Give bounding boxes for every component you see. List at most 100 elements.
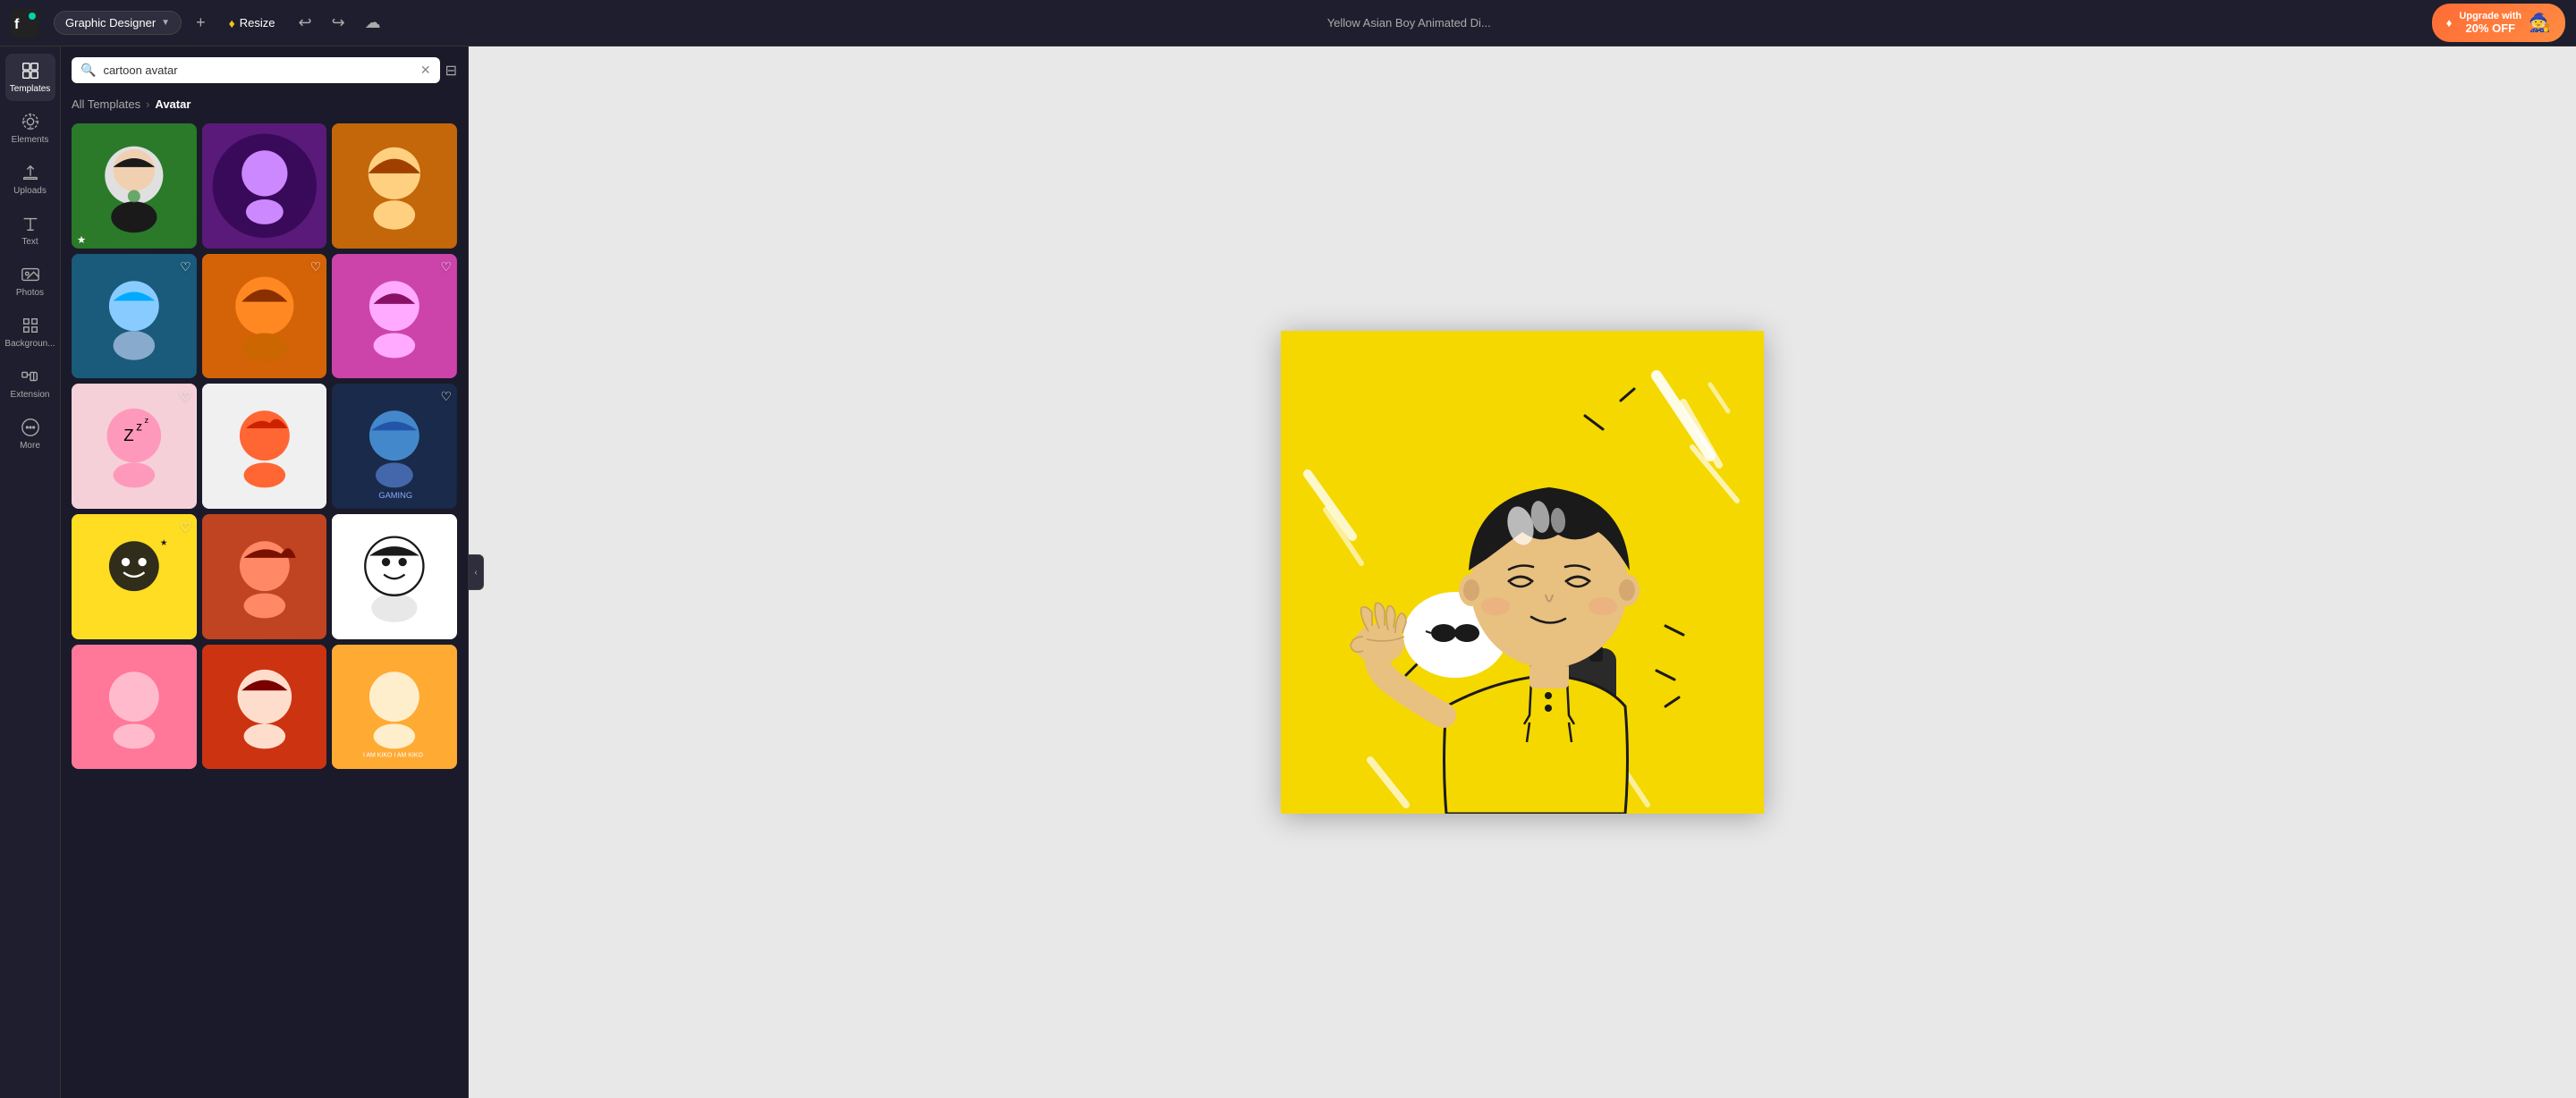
canvas-content: [1281, 331, 1764, 814]
template-card[interactable]: ★ ♡: [72, 514, 197, 639]
heart-badge[interactable]: ♡: [440, 389, 452, 404]
svg-text:GAMING: GAMING: [379, 491, 413, 500]
heart-badge[interactable]: ♡: [180, 389, 191, 404]
plus-icon: +: [196, 13, 206, 32]
sidebar-item-photos[interactable]: Photos: [5, 258, 55, 305]
template-card[interactable]: Z z z ♡: [72, 384, 197, 509]
more-icon: [21, 418, 40, 437]
template-preview: I AM KIKO I AM KIKO: [332, 645, 457, 770]
heart-badge[interactable]: ♡: [180, 519, 191, 535]
sidebar-text-label: Text: [21, 237, 38, 247]
witch-icon: 🧙: [2529, 12, 2551, 34]
template-card[interactable]: [202, 514, 327, 639]
template-preview: [202, 254, 327, 379]
template-preview: ★: [72, 514, 197, 639]
svg-text:z: z: [136, 419, 142, 434]
redo-icon: ↪: [332, 13, 345, 32]
template-card[interactable]: ♡: [72, 254, 197, 379]
extension-icon: [21, 367, 40, 386]
file-title: Yellow Asian Boy Animated Di...: [395, 16, 2423, 30]
chevron-left-icon: ‹: [474, 568, 477, 578]
resize-button[interactable]: ♦ Resize: [220, 12, 284, 35]
template-preview: [202, 123, 327, 249]
search-box[interactable]: 🔍 ✕: [72, 57, 440, 83]
breadcrumb-all-templates[interactable]: All Templates: [72, 97, 140, 111]
upgrade-button[interactable]: ♦ Upgrade with 20% OFF 🧙: [2432, 4, 2565, 42]
chevron-down-icon: ▼: [161, 18, 170, 28]
template-card[interactable]: [202, 123, 327, 249]
fotor-logo[interactable]: f: [11, 9, 39, 38]
sidebar-item-uploads[interactable]: Uploads: [5, 156, 55, 203]
elements-icon: [21, 112, 40, 131]
template-card[interactable]: [202, 645, 327, 770]
sidebar-extension-label: Extension: [11, 390, 50, 400]
template-card[interactable]: [202, 384, 327, 509]
add-button[interactable]: +: [191, 10, 211, 36]
undo-icon: ↩: [298, 13, 311, 32]
tool-selector[interactable]: Graphic Designer ▼: [54, 11, 182, 35]
template-card[interactable]: ★: [72, 123, 197, 249]
template-preview: [332, 254, 457, 379]
svg-text:z: z: [144, 417, 148, 426]
template-card[interactable]: [72, 645, 197, 770]
sidebar-item-elements[interactable]: Elements: [5, 105, 55, 152]
template-preview: [72, 645, 197, 770]
collapse-panel-button[interactable]: ‹: [469, 554, 484, 590]
upgrade-text: Upgrade with 20% OFF: [2459, 11, 2521, 35]
template-preview: [202, 514, 327, 639]
uploads-icon: [21, 163, 40, 182]
cloud-upload-icon: ☁: [365, 13, 381, 32]
search-area: 🔍 ✕ ⊟: [61, 46, 468, 94]
heart-badge[interactable]: ♡: [310, 259, 322, 274]
clear-icon[interactable]: ✕: [420, 63, 431, 78]
sidebar: Templates Elements Uploads Text: [0, 46, 61, 1098]
templates-panel: 🔍 ✕ ⊟ All Templates › Avatar: [61, 46, 469, 1098]
template-card[interactable]: I AM KIKO I AM KIKO: [332, 645, 457, 770]
template-preview: [202, 384, 327, 509]
template-preview: [332, 514, 457, 639]
sidebar-item-templates[interactable]: Templates: [5, 54, 55, 101]
heart-badge[interactable]: ♡: [180, 259, 191, 274]
breadcrumb: All Templates › Avatar: [61, 94, 468, 120]
diamond-icon: ♦: [229, 16, 235, 30]
canvas-area: ‹: [469, 46, 2576, 1098]
svg-text:Z: Z: [123, 426, 133, 444]
sidebar-templates-label: Templates: [10, 84, 51, 94]
diamond-pro-icon: ♦: [2446, 16, 2453, 30]
sidebar-photos-label: Photos: [16, 288, 44, 298]
template-preview: [72, 254, 197, 379]
template-card[interactable]: GAMING ♡: [332, 384, 457, 509]
cloud-upload-button[interactable]: ☁: [360, 10, 386, 36]
sidebar-more-label: More: [20, 441, 40, 451]
sidebar-item-extension[interactable]: Extension: [5, 359, 55, 407]
upgrade-discount: 20% OFF: [2459, 21, 2521, 35]
svg-text:I AM KIKO I AM KIKO: I AM KIKO I AM KIKO: [363, 752, 424, 758]
sidebar-item-more[interactable]: More: [5, 410, 55, 458]
template-preview: Z z z: [72, 384, 197, 509]
sidebar-item-text[interactable]: Text: [5, 207, 55, 254]
design-canvas[interactable]: [1281, 331, 1764, 814]
template-card[interactable]: ♡: [202, 254, 327, 379]
photos-icon: [21, 265, 40, 284]
sidebar-item-backgrounds[interactable]: Backgroun...: [5, 308, 55, 356]
resize-label: Resize: [240, 16, 275, 30]
templates-icon: [21, 61, 40, 80]
template-card[interactable]: [332, 514, 457, 639]
svg-text:★: ★: [160, 538, 167, 547]
search-input[interactable]: [103, 63, 412, 77]
template-preview: [202, 645, 327, 770]
redo-button[interactable]: ↪: [326, 10, 351, 36]
text-icon: [21, 214, 40, 233]
heart-badge[interactable]: ♡: [440, 259, 452, 274]
backgrounds-icon: [21, 316, 40, 335]
template-card[interactable]: ♡: [332, 254, 457, 379]
filter-button[interactable]: ⊟: [445, 62, 457, 80]
sidebar-backgrounds-label: Backgroun...: [4, 339, 55, 349]
template-card[interactable]: [332, 123, 457, 249]
undo-button[interactable]: ↩: [292, 10, 317, 36]
sidebar-uploads-label: Uploads: [13, 186, 47, 196]
template-preview: [332, 123, 457, 249]
template-grid: ★: [61, 120, 468, 1098]
breadcrumb-current: Avatar: [155, 97, 191, 111]
upgrade-label: Upgrade with: [2459, 11, 2521, 21]
